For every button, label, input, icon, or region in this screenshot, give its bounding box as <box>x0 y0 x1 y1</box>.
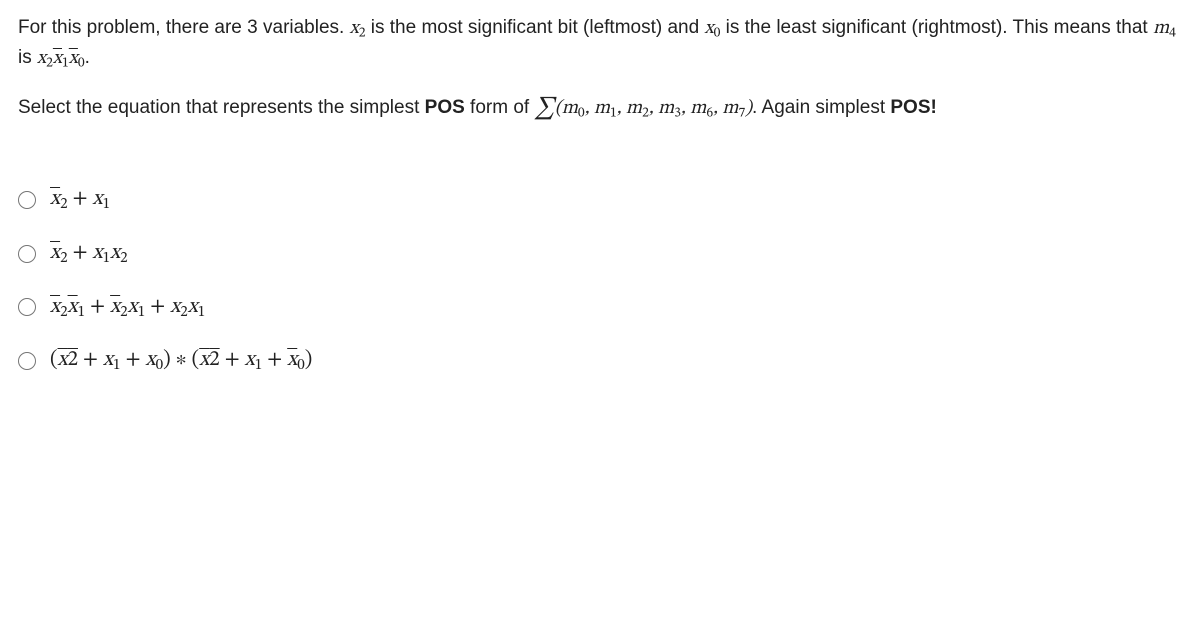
radio-opt1[interactable] <box>18 191 36 209</box>
option-opt3[interactable]: x2x1 + x2x1 + x2x1 <box>18 292 1182 324</box>
pos-emphasis: POS <box>425 97 465 118</box>
option-opt2[interactable]: x2 + x1x2 <box>18 238 1182 270</box>
m4-expansion: x2x1x0 <box>37 49 85 68</box>
text: form of <box>465 97 535 118</box>
question-paragraph-1: For this problem, there are 3 variables.… <box>18 14 1182 75</box>
option-label: (x2 + x1 + x0) ∗ (x2 + x1 + x0) <box>50 345 312 377</box>
var-x0: x0 <box>704 19 720 38</box>
pos-emphasis-2: POS! <box>890 97 936 118</box>
text: . <box>85 47 90 68</box>
option-label: x2 + x1x2 <box>50 238 128 270</box>
text: For this problem, there are 3 variables. <box>18 17 350 38</box>
question-paragraph-2: Select the equation that represents the … <box>18 93 1182 125</box>
text: is the most significant bit (leftmost) a… <box>365 17 704 38</box>
option-label: x2 + x1 <box>50 184 110 216</box>
radio-opt3[interactable] <box>18 298 36 316</box>
text: is <box>18 47 37 68</box>
option-opt4[interactable]: (x2 + x1 + x0) ∗ (x2 + x1 + x0) <box>18 345 1182 377</box>
text: . Again simplest <box>752 97 890 118</box>
answer-options: x2 + x1 x2 + x1x2 x2x1 + x2x1 + x2x1 (x2 + … <box>18 184 1182 377</box>
option-opt1[interactable]: x2 + x1 <box>18 184 1182 216</box>
text: is the least significant (rightmost). Th… <box>720 17 1153 38</box>
var-m4: m4 <box>1153 19 1176 38</box>
radio-opt2[interactable] <box>18 245 36 263</box>
sigma-expression: ∑(m0, m1, m2, m3, m6, m7) <box>534 99 752 118</box>
var-x2: x2 <box>350 19 366 38</box>
text: Select the equation that represents the … <box>18 97 425 118</box>
option-label: x2x1 + x2x1 + x2x1 <box>50 292 205 324</box>
radio-opt4[interactable] <box>18 352 36 370</box>
